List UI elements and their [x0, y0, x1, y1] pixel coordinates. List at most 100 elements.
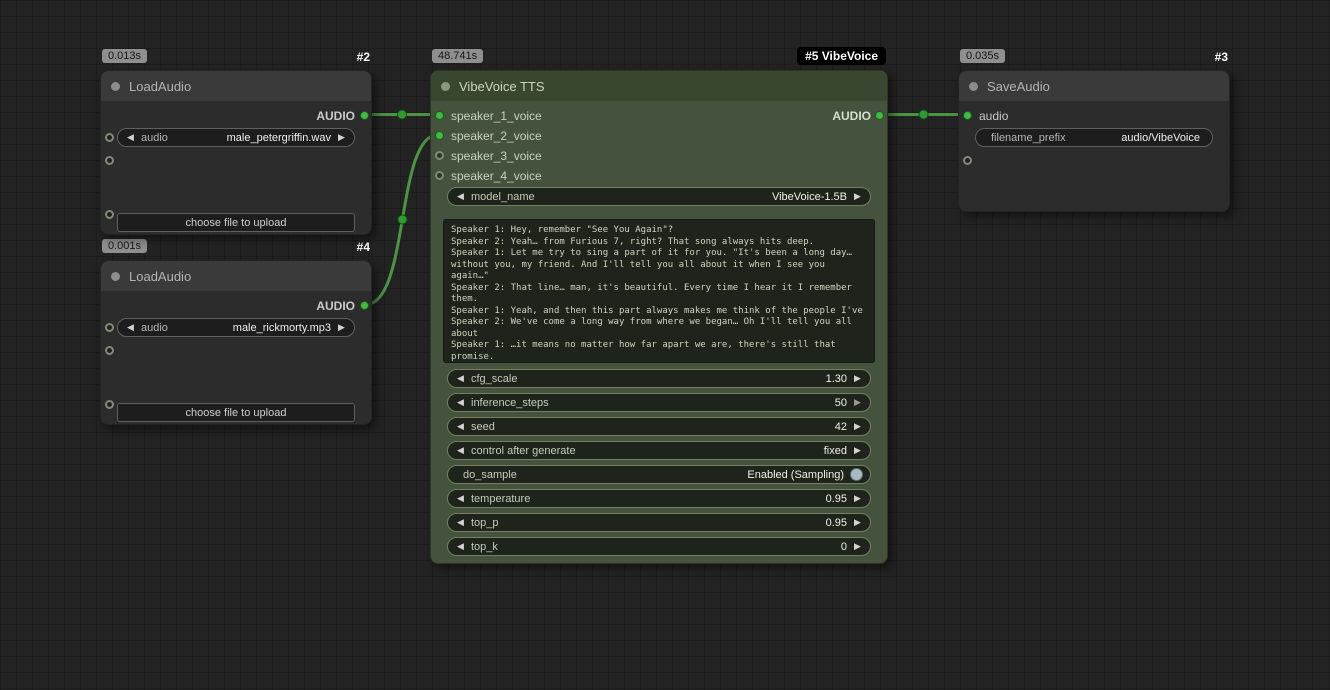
- node-header[interactable]: LoadAudio: [101, 71, 371, 101]
- widget-top-k[interactable]: ◀ top_k 0 ▶: [447, 537, 871, 556]
- output-slot-label-audio: AUDIO: [316, 297, 355, 315]
- input-slot-audioui[interactable]: [105, 346, 114, 355]
- input-slot-label: audio: [979, 107, 1008, 125]
- widget-label: audio: [141, 322, 168, 334]
- increment-icon[interactable]: ▶: [852, 517, 863, 528]
- node-header[interactable]: LoadAudio: [101, 261, 371, 291]
- increment-icon[interactable]: ▶: [852, 397, 863, 408]
- decrement-icon[interactable]: ◀: [455, 445, 466, 456]
- node-header[interactable]: SaveAudio: [959, 71, 1229, 101]
- widget-value: 0.95: [826, 493, 847, 505]
- widget-label: temperature: [471, 493, 530, 505]
- input-slot-audio[interactable]: [963, 111, 972, 120]
- node-header[interactable]: VibeVoice TTS: [431, 71, 887, 101]
- collapse-dot[interactable]: [111, 82, 120, 91]
- widget-seed[interactable]: ◀ seed 42 ▶: [447, 417, 871, 436]
- node-title: SaveAudio: [987, 79, 1050, 94]
- node-id-badge: #4: [355, 238, 372, 256]
- choose-file-button[interactable]: choose file to upload: [117, 213, 355, 232]
- input-slot-speaker-3-voice[interactable]: [435, 151, 444, 160]
- widget-value: male_rickmorty.mp3: [233, 322, 331, 334]
- collapse-dot[interactable]: [111, 272, 120, 281]
- input-slot-filename-prefix[interactable]: [963, 156, 972, 165]
- increment-icon[interactable]: ▶: [852, 191, 863, 202]
- increment-icon[interactable]: ▶: [852, 373, 863, 384]
- widget-value: 42: [835, 421, 847, 433]
- widget-label: top_k: [471, 541, 498, 553]
- widget-label: control after generate: [471, 445, 576, 457]
- node-loadaudio-bottom[interactable]: LoadAudio AUDIO ◀ audio male_rickmorty.m…: [100, 260, 372, 425]
- input-slot-audio-widget[interactable]: [105, 323, 114, 332]
- increment-icon[interactable]: ▶: [852, 493, 863, 504]
- increment-icon[interactable]: ▶: [852, 421, 863, 432]
- widget-label: cfg_scale: [471, 373, 517, 385]
- node-id-badge: #3: [1213, 48, 1230, 66]
- widget-temperature[interactable]: ◀ temperature 0.95 ▶: [447, 489, 871, 508]
- collapse-dot[interactable]: [441, 82, 450, 91]
- execution-time-badge: 0.001s: [102, 239, 147, 253]
- output-slot-audio[interactable]: [360, 111, 369, 120]
- decrement-icon[interactable]: ◀: [455, 191, 466, 202]
- increment-icon[interactable]: ▶: [852, 541, 863, 552]
- input-slot-label: speaker_2_voice: [451, 127, 542, 145]
- node-saveaudio[interactable]: SaveAudio audio filename_prefix audio/Vi…: [958, 70, 1230, 212]
- execution-time-badge: 0.035s: [960, 49, 1005, 63]
- collapse-dot[interactable]: [969, 82, 978, 91]
- node-graph-canvas[interactable]: 0.013s #2 0.001s #4 48.741s #5 VibeVoice…: [0, 0, 1330, 690]
- choose-file-button[interactable]: choose file to upload: [117, 403, 355, 422]
- widget-top-p[interactable]: ◀ top_p 0.95 ▶: [447, 513, 871, 532]
- decrement-icon[interactable]: ◀: [455, 421, 466, 432]
- widget-label: top_p: [471, 517, 499, 529]
- toggle-icon[interactable]: [850, 468, 863, 481]
- widget-value: male_petergriffin.wav: [227, 132, 331, 144]
- input-slot-speaker-1-voice[interactable]: [435, 111, 444, 120]
- widget-inference-steps[interactable]: ◀ inference_steps 50 ▶: [447, 393, 871, 412]
- input-slot-speaker-2-voice[interactable]: [435, 131, 444, 140]
- input-slot-upload[interactable]: [105, 210, 114, 219]
- widget-label: filename_prefix: [991, 132, 1066, 144]
- input-slot-speaker-4-voice[interactable]: [435, 171, 444, 180]
- widget-label: model_name: [471, 191, 535, 203]
- widget-value: 0.95: [826, 517, 847, 529]
- widget-control-after-generate[interactable]: ◀ control after generate fixed ▶: [447, 441, 871, 460]
- node-vibevoice-tts[interactable]: VibeVoice TTS speaker_1_voice speaker_2_…: [430, 70, 888, 564]
- increment-icon[interactable]: ▶: [852, 445, 863, 456]
- increment-icon[interactable]: ▶: [336, 132, 347, 143]
- output-slot-label-audio: AUDIO: [832, 107, 871, 125]
- increment-icon[interactable]: ▶: [336, 322, 347, 333]
- decrement-icon[interactable]: ◀: [455, 373, 466, 384]
- script-text-area[interactable]: Speaker 1: Hey, remember "See You Again"…: [443, 219, 875, 363]
- output-slot-audio[interactable]: [875, 111, 884, 120]
- execution-time-badge: 48.741s: [432, 49, 483, 63]
- link-midpoint-dot: [919, 110, 928, 119]
- widget-cfg-scale[interactable]: ◀ cfg_scale 1.30 ▶: [447, 369, 871, 388]
- widget-label: seed: [471, 421, 495, 433]
- widget-filename-prefix[interactable]: filename_prefix audio/VibeVoice: [975, 128, 1213, 147]
- decrement-icon[interactable]: ◀: [455, 493, 466, 504]
- widget-label: do_sample: [463, 469, 517, 481]
- widget-value: fixed: [824, 445, 847, 457]
- input-slot-audio-widget[interactable]: [105, 133, 114, 142]
- widget-audio[interactable]: ◀ audio male_rickmorty.mp3 ▶: [117, 318, 355, 337]
- widget-value: Enabled (Sampling): [747, 469, 844, 481]
- widget-label: audio: [141, 132, 168, 144]
- decrement-icon[interactable]: ◀: [455, 541, 466, 552]
- decrement-icon[interactable]: ◀: [455, 517, 466, 528]
- input-slot-upload[interactable]: [105, 400, 114, 409]
- decrement-icon[interactable]: ◀: [455, 397, 466, 408]
- output-slot-label-audio: AUDIO: [316, 107, 355, 125]
- node-id-badge: #5 VibeVoice: [797, 47, 886, 65]
- node-loadaudio-top[interactable]: LoadAudio AUDIO ◀ audio male_petergriffi…: [100, 70, 372, 235]
- output-slot-audio[interactable]: [360, 301, 369, 310]
- widget-model-name[interactable]: ◀ model_name VibeVoice-1.5B ▶: [447, 187, 871, 206]
- node-title: VibeVoice TTS: [459, 79, 545, 94]
- decrement-icon[interactable]: ◀: [125, 322, 136, 333]
- widget-value: 1.30: [826, 373, 847, 385]
- execution-time-badge: 0.013s: [102, 49, 147, 63]
- widget-do-sample[interactable]: do_sample Enabled (Sampling): [447, 465, 871, 484]
- node-id-badge: #2: [355, 48, 372, 66]
- decrement-icon[interactable]: ◀: [125, 132, 136, 143]
- input-slot-audioui[interactable]: [105, 156, 114, 165]
- widget-audio[interactable]: ◀ audio male_petergriffin.wav ▶: [117, 128, 355, 147]
- link-midpoint-dot: [398, 215, 407, 224]
